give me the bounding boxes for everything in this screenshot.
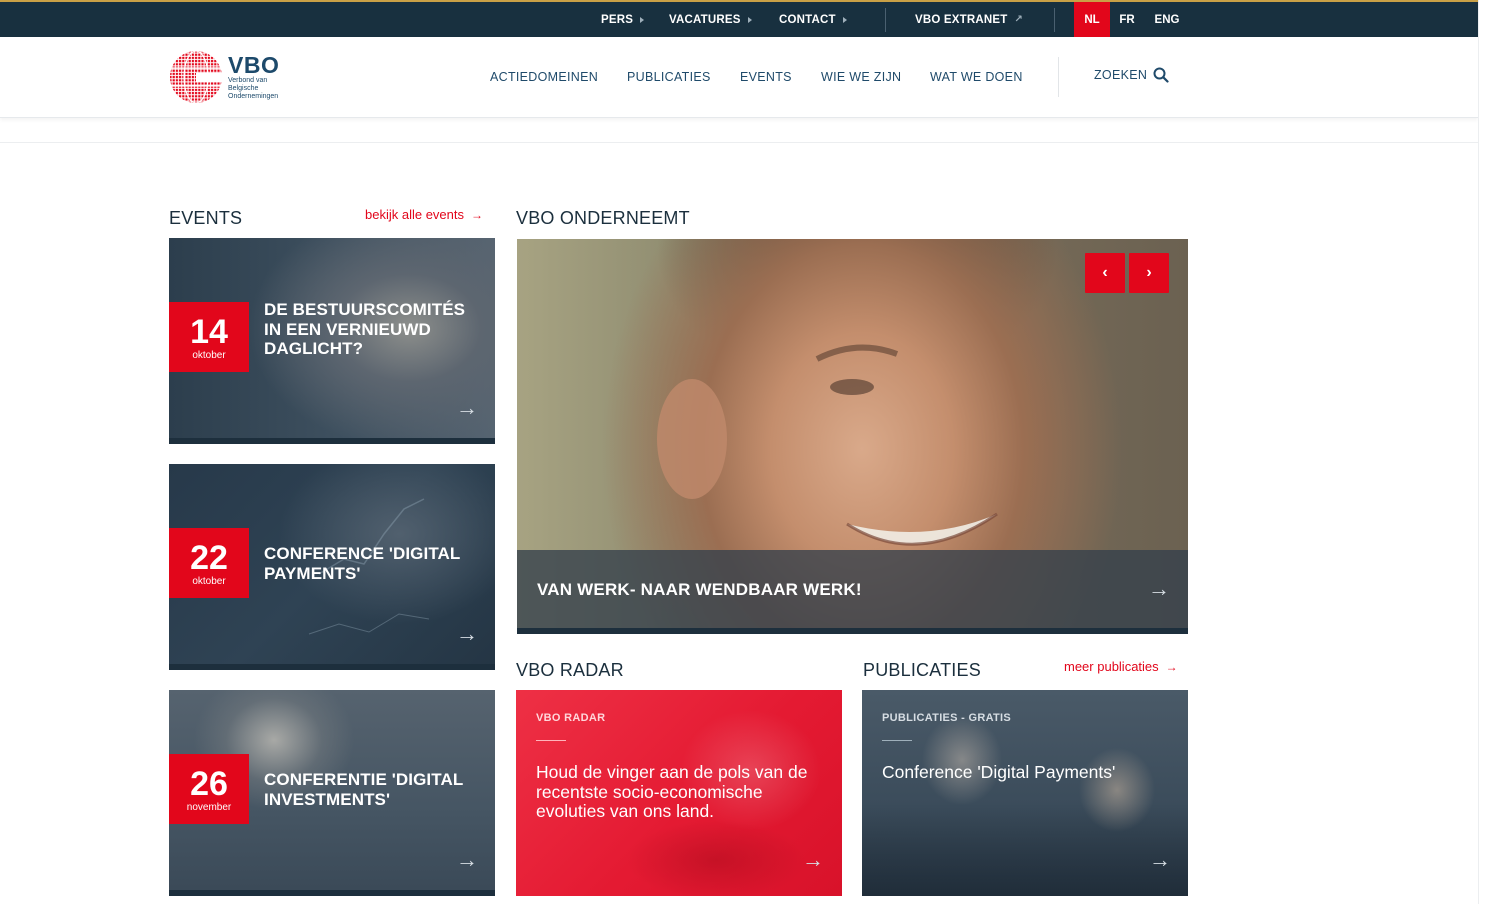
logo-title: VBO xyxy=(228,52,280,78)
all-events-link[interactable]: bekijk alle events → xyxy=(365,207,483,222)
radar-heading: VBO RADAR xyxy=(516,660,624,680)
page-gutter xyxy=(1478,0,1502,904)
arrow-right-icon: → xyxy=(471,207,483,222)
arrow-right-icon: → xyxy=(1149,847,1171,872)
caret-right-icon xyxy=(640,16,645,23)
card-strip xyxy=(169,664,495,670)
top-link-contact[interactable]: CONTACT xyxy=(779,2,847,37)
event-title: CONFERENCE 'DIGITAL PAYMENTS' xyxy=(264,544,461,583)
globe-logo-icon xyxy=(170,51,223,103)
nav-actiedomeinen[interactable]: ACTIEDOMEINEN xyxy=(490,70,598,84)
caret-right-icon xyxy=(842,16,847,23)
event-title: CONFERENTIE 'DIGITAL INVESTMENTS' xyxy=(264,770,464,809)
hero-slider[interactable]: ‹ › VAN WERK- NAAR WENDBAAR WERK! → xyxy=(517,239,1188,634)
search-button[interactable]: ZOEKEN xyxy=(1094,67,1169,83)
top-link-label: VACATURES xyxy=(669,13,741,26)
publication-label: PUBLICATIES - GRATIS xyxy=(882,712,1012,724)
nav-publicaties[interactable]: PUBLICATIES xyxy=(627,70,711,84)
card-strip xyxy=(169,890,495,896)
chevron-left-icon: ‹ xyxy=(1102,264,1108,281)
lang-fr[interactable]: FR xyxy=(1112,2,1142,37)
extranet-link[interactable]: VBO EXTRANET ↗ xyxy=(915,2,1023,37)
top-bar: PERS VACATURES CONTACT VBO EXTRANET ↗ NL … xyxy=(0,0,1478,42)
event-day: 26 xyxy=(190,765,228,803)
arrow-right-icon: → xyxy=(456,847,478,872)
chevron-right-icon: › xyxy=(1146,264,1152,281)
event-title: DE BESTUURSCOMITÉS IN EEN VERNIEUWD DAGL… xyxy=(264,300,466,358)
caret-right-icon xyxy=(747,16,752,23)
more-publications-link[interactable]: meer publicaties → xyxy=(1064,659,1178,674)
more-publications-label: meer publicaties xyxy=(1064,659,1159,674)
divider-dash xyxy=(882,740,912,741)
slider-next-button[interactable]: › xyxy=(1129,253,1169,293)
search-label: ZOEKEN xyxy=(1094,68,1148,82)
publication-tile[interactable]: PUBLICATIES - GRATIS Conference 'Digital… xyxy=(862,690,1188,896)
top-link-label: CONTACT xyxy=(779,13,836,26)
arrow-right-icon: → xyxy=(456,395,478,420)
card-strip xyxy=(169,438,495,444)
arrow-right-icon: → xyxy=(1148,576,1170,601)
hero-caption: VAN WERK- NAAR WENDBAAR WERK! → xyxy=(517,550,1188,628)
lang-label: NL xyxy=(1084,13,1100,26)
event-card[interactable]: 22 oktober CONFERENCE 'DIGITAL PAYMENTS'… xyxy=(169,464,495,670)
event-card[interactable]: 14 oktober DE BESTUURSCOMITÉS IN EEN VER… xyxy=(169,238,495,444)
event-date: 14 oktober xyxy=(169,302,249,372)
hero-caption-text: VAN WERK- NAAR WENDBAAR WERK! xyxy=(537,580,862,599)
card-strip xyxy=(517,628,1188,634)
main-header: VBO Verbond van Belgische Ondernemingen … xyxy=(0,37,1478,118)
nav-divider xyxy=(1058,57,1059,97)
radar-label: VBO RADAR xyxy=(536,712,606,724)
lang-label: ENG xyxy=(1154,13,1180,26)
publicaties-heading: PUBLICATIES xyxy=(863,660,981,680)
event-day: 22 xyxy=(190,539,228,577)
arrow-right-icon: → xyxy=(1165,659,1178,674)
arrow-right-icon: → xyxy=(456,621,478,646)
radar-text: Houd de vinger aan de pols van de recent… xyxy=(536,762,808,821)
top-link-pers[interactable]: PERS xyxy=(601,2,645,37)
lang-label: FR xyxy=(1119,13,1135,26)
nav-wat-we-doen[interactable]: WAT WE DOEN xyxy=(930,70,1023,84)
event-month: oktober xyxy=(192,350,226,361)
lang-eng[interactable]: ENG xyxy=(1148,2,1186,37)
vbo-logo[interactable]: VBO Verbond van Belgische Ondernemingen xyxy=(169,50,298,104)
top-link-label: PERS xyxy=(601,13,634,26)
logo-subtitle: Verbond van Belgische Ondernemingen xyxy=(228,77,279,100)
publication-text: Conference 'Digital Payments' xyxy=(882,762,1116,782)
top-divider xyxy=(885,8,886,32)
radar-tile[interactable]: VBO RADAR Houd de vinger aan de pols van… xyxy=(516,690,842,896)
all-events-label: bekijk alle events xyxy=(365,207,464,222)
lang-nl[interactable]: NL xyxy=(1074,2,1110,42)
event-date: 22 oktober xyxy=(169,528,249,598)
event-month: oktober xyxy=(192,576,226,587)
top-link-vacatures[interactable]: VACATURES xyxy=(669,2,752,37)
divider-line xyxy=(0,142,1478,143)
top-divider xyxy=(1054,8,1055,32)
events-heading: EVENTS xyxy=(169,208,243,228)
nav-wie-we-zijn[interactable]: WIE WE ZIJN xyxy=(821,70,901,84)
slider-prev-button[interactable]: ‹ xyxy=(1085,253,1125,293)
event-card[interactable]: 26 november CONFERENTIE 'DIGITAL INVESTM… xyxy=(169,690,495,896)
arrow-right-icon: → xyxy=(802,847,824,872)
nav-events[interactable]: EVENTS xyxy=(740,70,792,84)
extranet-label: VBO EXTRANET xyxy=(915,13,1008,26)
search-icon xyxy=(1153,67,1169,83)
event-date: 26 november xyxy=(169,754,249,824)
external-link-icon: ↗ xyxy=(1014,14,1024,25)
event-day: 14 xyxy=(190,313,228,351)
event-month: november xyxy=(186,802,232,813)
divider-dash xyxy=(536,740,566,741)
onderneemt-heading: VBO ONDERNEEMT xyxy=(516,208,690,228)
